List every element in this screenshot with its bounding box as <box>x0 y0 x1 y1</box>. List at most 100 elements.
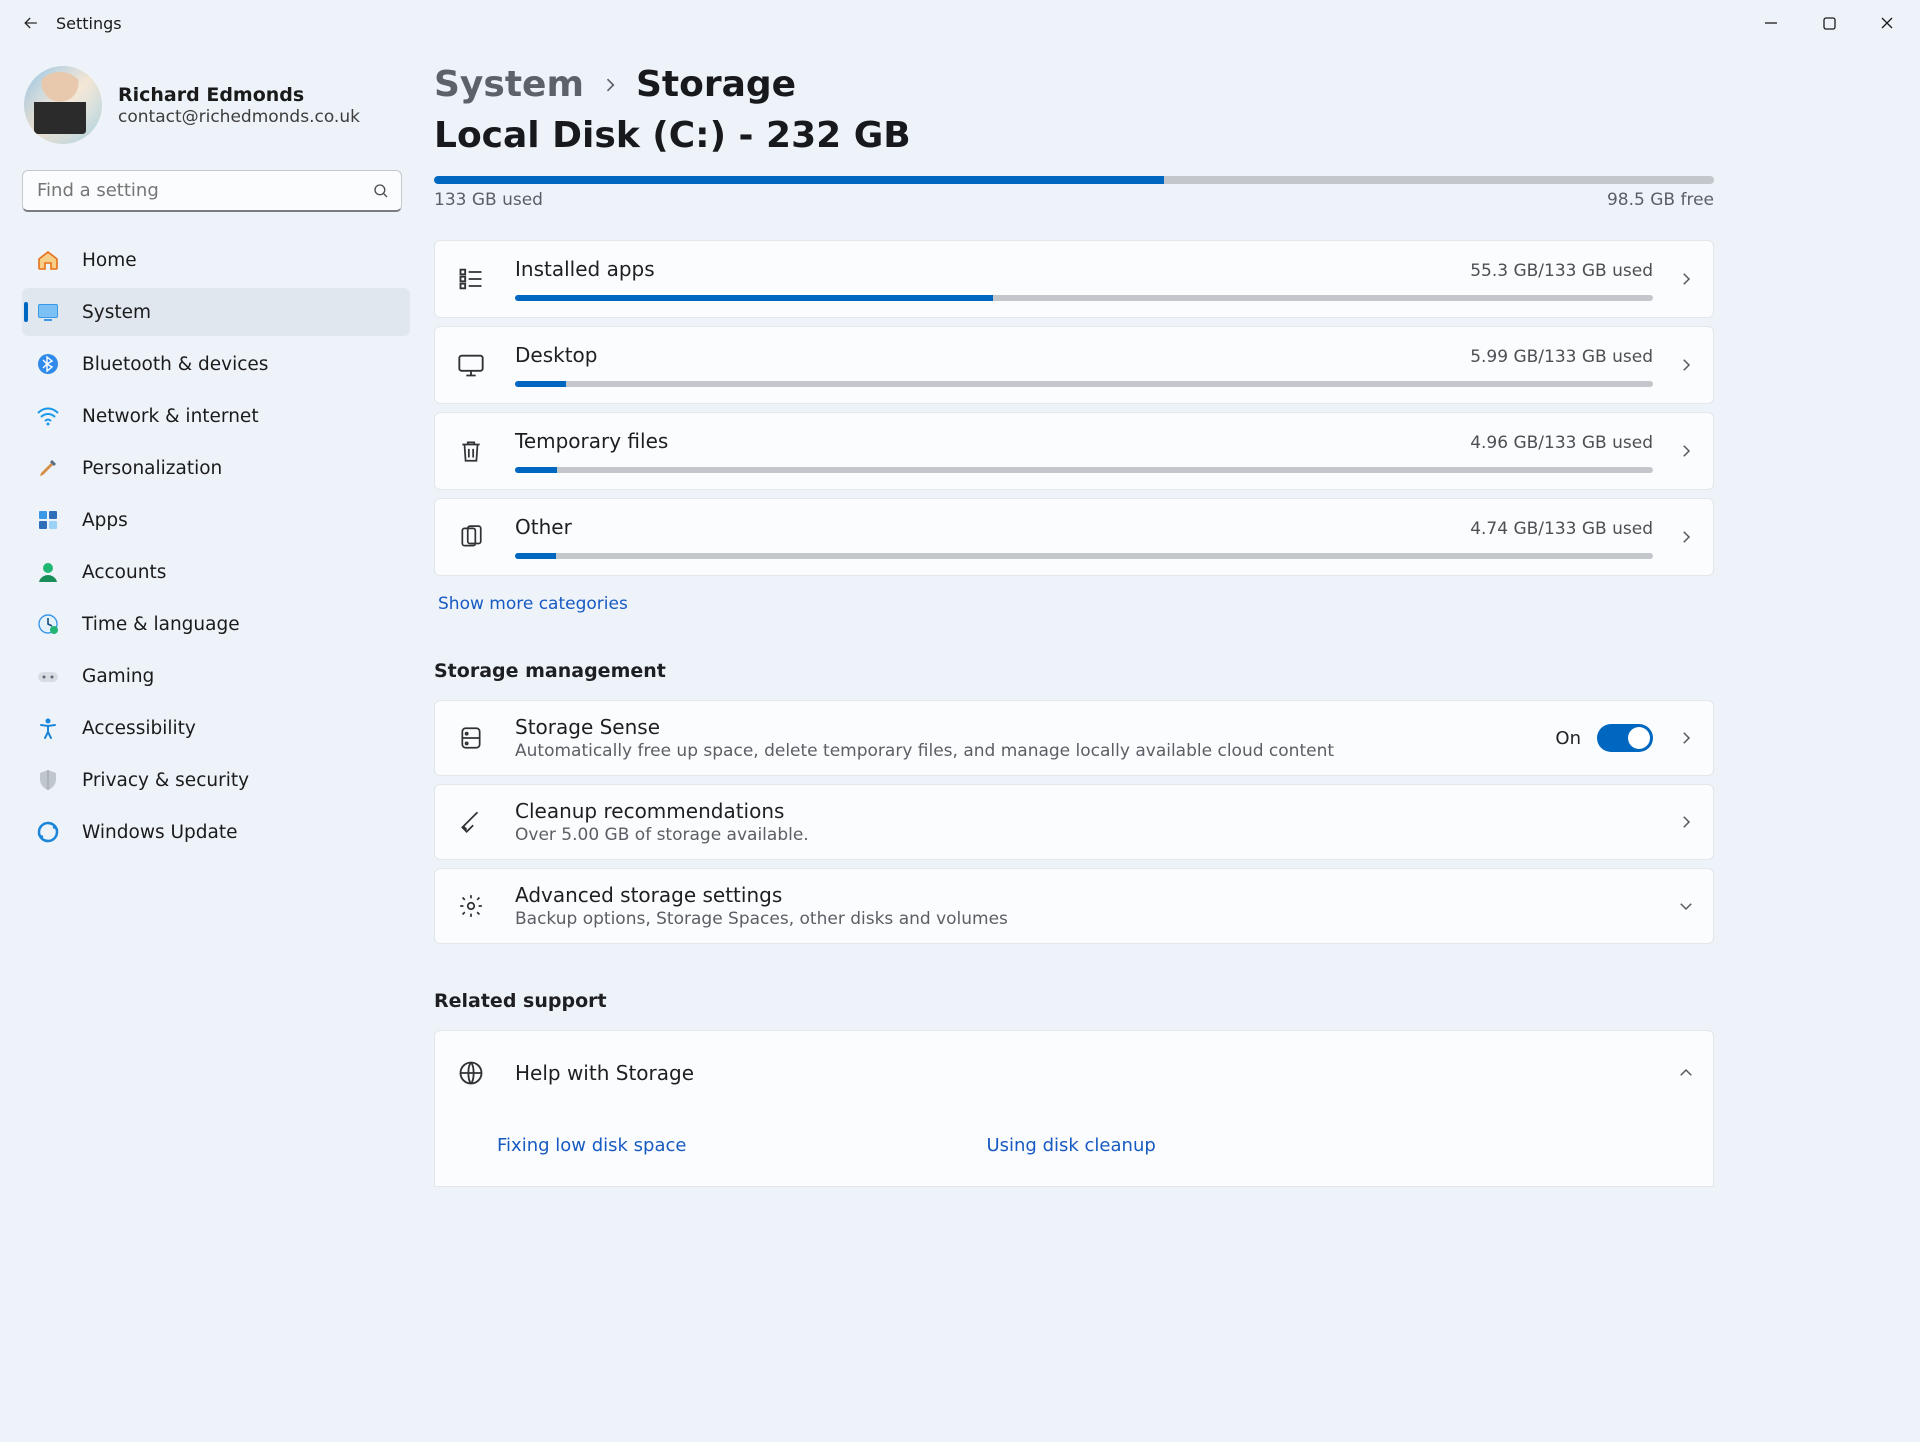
category-temporary[interactable]: Temporary files 4.96 GB/133 GB used <box>434 412 1714 490</box>
advanced-title: Advanced storage settings <box>515 883 1653 907</box>
disk-labels: 133 GB used 98.5 GB free <box>434 190 1714 210</box>
wifi-icon <box>36 404 60 428</box>
nav: Home System Bluetooth & devices Network … <box>22 236 410 856</box>
chevron-right-icon <box>1677 813 1695 831</box>
show-more-link[interactable]: Show more categories <box>438 594 628 614</box>
close-button[interactable] <box>1858 7 1916 39</box>
apps-icon <box>36 508 60 532</box>
gear-icon <box>451 886 491 926</box>
sidebar-item-accounts[interactable]: Accounts <box>22 548 410 596</box>
category-usage: 55.3 GB/133 GB used <box>1470 261 1653 281</box>
disk-fill <box>434 176 1164 184</box>
category-name: Installed apps <box>515 257 655 281</box>
storage-sense-row[interactable]: Storage Sense Automatically free up spac… <box>434 700 1714 776</box>
clock-globe-icon <box>36 612 60 636</box>
sidebar-item-label: Apps <box>82 510 128 531</box>
avatar <box>24 66 102 144</box>
sidebar: Richard Edmonds contact@richedmonds.co.u… <box>0 46 420 1442</box>
storage-sense-title: Storage Sense <box>515 715 1531 739</box>
minimize-button[interactable] <box>1742 7 1800 39</box>
cleanup-row[interactable]: Cleanup recommendations Over 5.00 GB of … <box>434 784 1714 860</box>
sidebar-item-accessibility[interactable]: Accessibility <box>22 704 410 752</box>
storage-sense-sub: Automatically free up space, delete temp… <box>515 741 1531 761</box>
paintbrush-icon <box>36 456 60 480</box>
chevron-right-icon <box>1677 442 1695 460</box>
sidebar-item-bluetooth[interactable]: Bluetooth & devices <box>22 340 410 388</box>
sidebar-item-network[interactable]: Network & internet <box>22 392 410 440</box>
sidebar-item-label: Gaming <box>82 666 154 687</box>
minimize-icon <box>1764 16 1778 30</box>
category-other[interactable]: Other 4.74 GB/133 GB used <box>434 498 1714 576</box>
section-storage-management: Storage management <box>434 660 1890 682</box>
sidebar-item-system[interactable]: System <box>22 288 410 336</box>
category-name: Desktop <box>515 343 597 367</box>
category-usage: 4.74 GB/133 GB used <box>1470 519 1653 539</box>
monitor-icon <box>451 345 491 385</box>
drive-icon <box>451 718 491 758</box>
profile-name: Richard Edmonds <box>118 84 360 106</box>
chevron-right-icon <box>600 75 620 95</box>
maximize-icon <box>1823 17 1836 30</box>
gamepad-icon <box>36 664 60 688</box>
sidebar-item-label: Accounts <box>82 562 166 583</box>
profile-email: contact@richedmonds.co.uk <box>118 107 360 127</box>
sidebar-item-label: Network & internet <box>82 406 259 427</box>
breadcrumb-parent[interactable]: System <box>434 64 584 105</box>
sidebar-item-home[interactable]: Home <box>22 236 410 284</box>
category-installed-apps[interactable]: Installed apps 55.3 GB/133 GB used <box>434 240 1714 318</box>
accessibility-icon <box>36 716 60 740</box>
sidebar-item-personalization[interactable]: Personalization <box>22 444 410 492</box>
help-row[interactable]: Help with Storage <box>434 1030 1714 1115</box>
help-link-fixing[interactable]: Fixing low disk space <box>497 1135 686 1156</box>
sidebar-item-label: System <box>82 302 151 323</box>
advanced-sub: Backup options, Storage Spaces, other di… <box>515 909 1653 929</box>
chevron-right-icon <box>1677 729 1695 747</box>
sidebar-item-label: Time & language <box>82 614 240 635</box>
search-input[interactable] <box>22 170 402 212</box>
breadcrumb-current: Storage <box>636 64 796 105</box>
cleanup-sub: Over 5.00 GB of storage available. <box>515 825 1653 845</box>
breadcrumb: System Storage <box>434 64 1890 105</box>
trash-icon <box>451 431 491 471</box>
sidebar-item-label: Privacy & security <box>82 770 249 791</box>
chevron-down-icon <box>1677 897 1695 915</box>
toggle-label: On <box>1555 728 1581 749</box>
sidebar-item-label: Accessibility <box>82 718 196 739</box>
update-icon <box>36 820 60 844</box>
globe-help-icon <box>451 1053 491 1093</box>
back-button[interactable] <box>10 2 52 44</box>
main: System Storage Local Disk (C:) - 232 GB … <box>420 46 1920 1442</box>
shield-icon <box>36 768 60 792</box>
sidebar-item-gaming[interactable]: Gaming <box>22 652 410 700</box>
sidebar-item-label: Bluetooth & devices <box>82 354 268 375</box>
category-name: Other <box>515 515 572 539</box>
broom-icon <box>451 802 491 842</box>
help-title: Help with Storage <box>515 1061 1653 1085</box>
sidebar-item-update[interactable]: Windows Update <box>22 808 410 856</box>
category-usage: 5.99 GB/133 GB used <box>1470 347 1653 367</box>
category-desktop[interactable]: Desktop 5.99 GB/133 GB used <box>434 326 1714 404</box>
profile-block[interactable]: Richard Edmonds contact@richedmonds.co.u… <box>22 56 408 160</box>
chevron-right-icon <box>1677 528 1695 546</box>
app-name: Settings <box>56 14 122 33</box>
storage-sense-toggle[interactable] <box>1597 724 1653 752</box>
help-links: Fixing low disk space Using disk cleanup <box>434 1115 1714 1187</box>
titlebar: Settings <box>0 0 1920 46</box>
maximize-button[interactable] <box>1800 7 1858 39</box>
advanced-row[interactable]: Advanced storage settings Backup options… <box>434 868 1714 944</box>
category-name: Temporary files <box>515 429 668 453</box>
sidebar-item-label: Home <box>82 250 137 271</box>
chevron-right-icon <box>1677 356 1695 374</box>
sidebar-item-privacy[interactable]: Privacy & security <box>22 756 410 804</box>
search-wrap <box>22 170 402 212</box>
help-link-cleanup[interactable]: Using disk cleanup <box>986 1135 1155 1156</box>
home-icon <box>36 248 60 272</box>
disk-free-label: 98.5 GB free <box>1607 190 1714 210</box>
system-icon <box>36 300 60 324</box>
category-bar <box>515 467 1653 473</box>
category-bar <box>515 553 1653 559</box>
sidebar-item-apps[interactable]: Apps <box>22 496 410 544</box>
arrow-left-icon <box>21 13 41 33</box>
category-usage: 4.96 GB/133 GB used <box>1470 433 1653 453</box>
sidebar-item-time[interactable]: Time & language <box>22 600 410 648</box>
